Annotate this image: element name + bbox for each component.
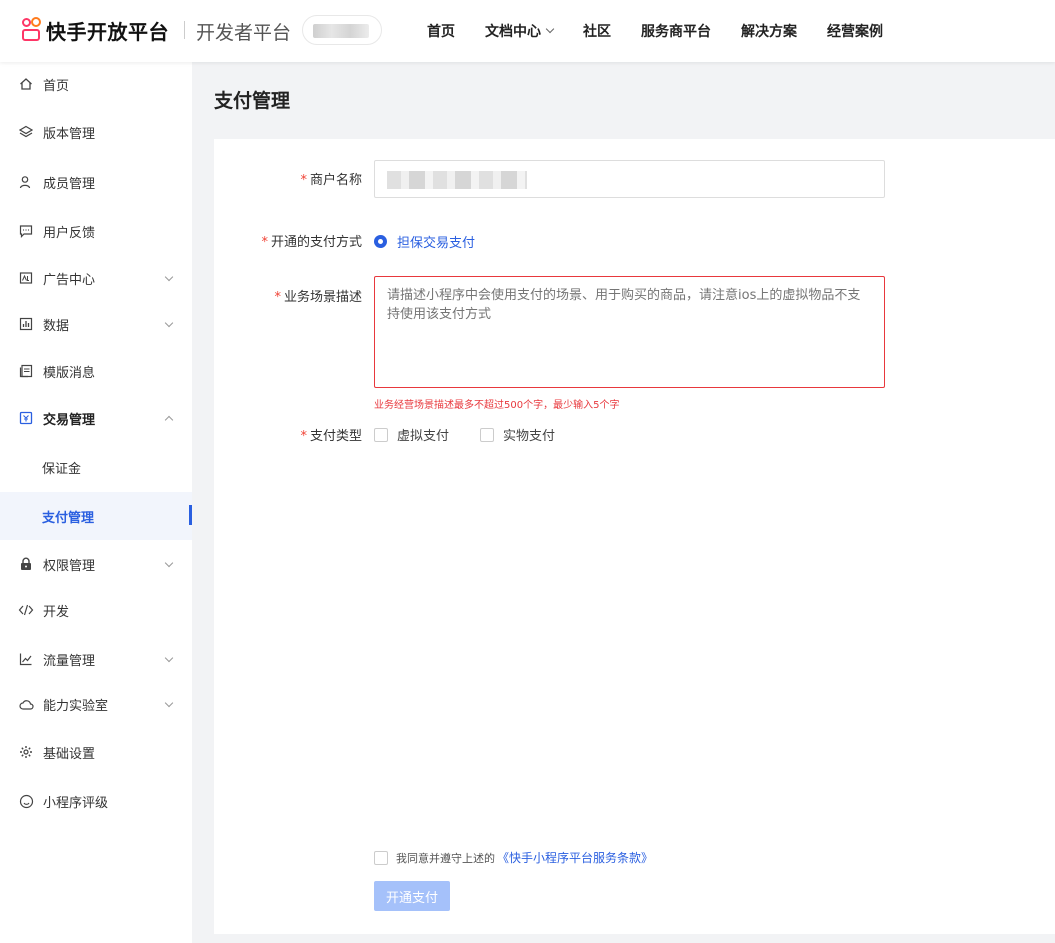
top-nav: 首页 文档中心 社区 服务商平台 解决方案 经营案例 xyxy=(412,0,898,62)
user-icon xyxy=(18,174,34,190)
message-icon xyxy=(18,223,34,239)
top-bar: 快手开放平台 开发者平台 首页 文档中心 社区 服务商平台 解决方案 经营案例 xyxy=(0,0,1055,62)
page-title: 支付管理 xyxy=(214,90,291,112)
code-icon xyxy=(18,602,34,618)
trade-icon xyxy=(18,410,34,426)
sidebar-item-template-message[interactable]: 模版消息 xyxy=(0,349,192,393)
developer-platform-title: 开发者平台 xyxy=(196,22,292,44)
ad-icon xyxy=(18,270,34,286)
chevron-up-icon xyxy=(164,415,174,425)
chevron-down-icon xyxy=(545,24,555,34)
sidebar-item-data[interactable]: 数据 xyxy=(0,302,192,346)
kuaishou-logo-icon xyxy=(20,17,42,43)
trend-icon xyxy=(18,651,34,667)
gear-icon xyxy=(18,744,34,760)
checkbox-icon xyxy=(480,427,494,442)
app-switcher[interactable] xyxy=(302,15,382,45)
lock-icon xyxy=(18,556,34,572)
sidebar-item-traffic[interactable]: 流量管理 xyxy=(0,637,192,681)
sidebar-item-trade[interactable]: 交易管理 xyxy=(0,396,192,440)
nav-docs[interactable]: 文档中心 xyxy=(470,21,568,41)
sidebar-item-basic-settings[interactable]: 基础设置 xyxy=(0,730,192,774)
nav-provider[interactable]: 服务商平台 xyxy=(626,21,726,41)
pay-type-physical-checkbox[interactable]: 实物支付 xyxy=(480,425,555,444)
pay-method-guarantee-radio[interactable]: 担保交易支付 xyxy=(374,232,475,251)
scene-description-error: 业务经营场景描述最多不超过500个字，最少输入5个字 xyxy=(374,400,620,411)
nav-home[interactable]: 首页 xyxy=(412,21,470,41)
sidebar-item-permissions[interactable]: 权限管理 xyxy=(0,542,192,586)
agreement-text: 我同意并遵守上述的 xyxy=(396,851,495,865)
sidebar-item-payment-management[interactable]: 支付管理 xyxy=(0,492,192,540)
scene-description-textarea[interactable] xyxy=(374,276,885,388)
sidebar-item-capability-lab[interactable]: 能力实验室 xyxy=(0,682,192,726)
merchant-name-input[interactable] xyxy=(374,160,885,198)
logo-text: 快手开放平台 xyxy=(46,19,169,44)
cloud-icon xyxy=(18,696,34,712)
chevron-down-icon xyxy=(164,558,174,568)
sidebar-item-rating[interactable]: 小程序评级 xyxy=(0,779,192,823)
required-mark: * xyxy=(300,173,307,188)
required-mark: * xyxy=(261,235,268,250)
template-icon xyxy=(18,363,34,379)
required-mark: * xyxy=(274,290,281,305)
home-icon xyxy=(18,76,34,92)
checkbox-icon xyxy=(374,427,388,442)
pay-type-virtual-checkbox[interactable]: 虚拟支付 xyxy=(374,425,449,444)
rating-icon xyxy=(18,793,34,809)
logo[interactable]: 快手开放平台 xyxy=(20,15,169,45)
merchant-name-label: * 商户名称 xyxy=(300,173,362,188)
payment-form-card xyxy=(214,139,1055,934)
agreement-checkbox[interactable] xyxy=(374,850,388,865)
layers-icon xyxy=(18,124,34,140)
pay-type-label: * 支付类型 xyxy=(300,429,362,444)
sidebar-item-feedback[interactable]: 用户反馈 xyxy=(0,209,192,253)
scene-description-label: * 业务场景描述 xyxy=(274,290,362,305)
sidebar-item-home[interactable]: 首页 xyxy=(0,62,192,106)
sidebar-item-members[interactable]: 成员管理 xyxy=(0,160,192,204)
sidebar-item-develop[interactable]: 开发 xyxy=(0,588,192,632)
sidebar: 首页 版本管理 成员管理 用户反馈 广告中心 数据 模版消息 交易管理 保证金 … xyxy=(0,62,192,943)
chart-icon xyxy=(18,316,34,332)
agreement-row: 我同意并遵守上述的 《快手小程序平台服务条款》 xyxy=(374,849,653,866)
sidebar-item-versions[interactable]: 版本管理 xyxy=(0,110,192,154)
logo-divider xyxy=(184,21,185,39)
terms-link[interactable]: 《快手小程序平台服务条款》 xyxy=(497,849,653,866)
chevron-down-icon xyxy=(164,272,174,282)
redacted-app-name xyxy=(313,24,369,38)
chevron-down-icon xyxy=(164,318,174,328)
radio-selected-icon xyxy=(374,235,387,248)
sidebar-item-deposit[interactable]: 保证金 xyxy=(0,445,192,489)
nav-cases[interactable]: 经营案例 xyxy=(812,21,898,41)
chevron-down-icon xyxy=(164,698,174,708)
required-mark: * xyxy=(300,429,307,444)
nav-solutions[interactable]: 解决方案 xyxy=(726,21,812,41)
redacted-merchant-name xyxy=(387,171,527,189)
pay-method-label: * 开通的支付方式 xyxy=(261,235,362,250)
nav-community[interactable]: 社区 xyxy=(568,21,626,41)
chevron-down-icon xyxy=(164,653,174,663)
sidebar-item-ad-center[interactable]: 广告中心 xyxy=(0,256,192,300)
open-payment-button[interactable]: 开通支付 xyxy=(374,881,450,911)
